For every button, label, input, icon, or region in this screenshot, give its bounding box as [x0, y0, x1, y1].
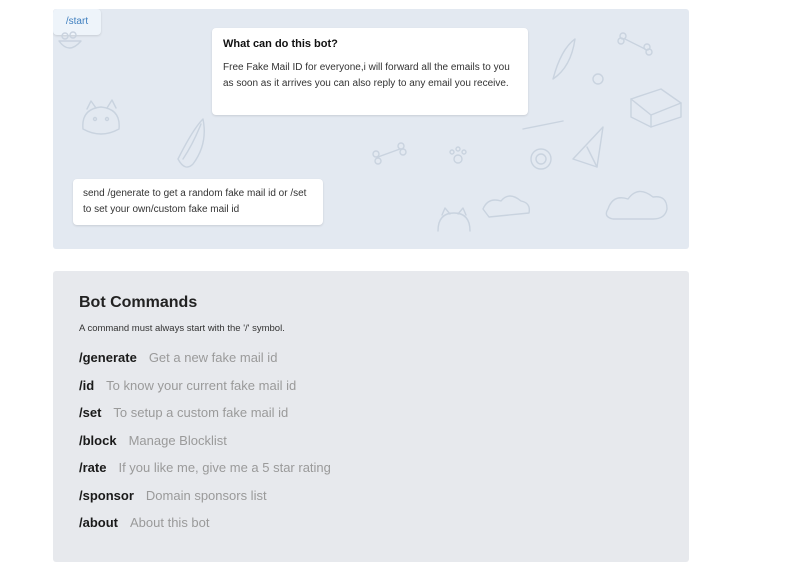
command-item-block[interactable]: /block Manage Blocklist	[79, 432, 689, 460]
command-item-rate[interactable]: /rate If you like me, give me a 5 star ra…	[79, 459, 689, 487]
cat-doodle	[82, 99, 120, 135]
bot-description-bubble: What can do this bot? Free Fake Mail ID …	[212, 28, 528, 115]
command-name: /id	[79, 377, 95, 393]
command-description: To setup a custom fake mail id	[113, 405, 289, 420]
bowl-doodle	[58, 31, 82, 49]
feather-doodle	[522, 38, 576, 130]
cake-doodle	[630, 88, 682, 128]
command-description: If you like me, give me a 5 star rating	[118, 460, 331, 475]
command-name: /set	[79, 405, 102, 420]
command-item-set[interactable]: /set To setup a custom fake mail id	[79, 404, 689, 432]
command-item-sponsor[interactable]: /sponsor Domain sponsors list	[79, 487, 689, 515]
command-description: Get a new fake mail id	[148, 350, 278, 365]
cat-doodle	[437, 207, 471, 232]
command-name: /generate	[79, 350, 137, 365]
command-item-id[interactable]: /id To know your current fake mail id	[79, 377, 689, 405]
command-name: /rate	[79, 460, 107, 475]
command-name: /block	[79, 432, 117, 448]
command-name: /about	[79, 515, 118, 530]
commands-heading: Bot Commands	[79, 294, 198, 311]
cloud-doodle	[482, 190, 668, 220]
bot-reply-bubble: send /generate to get a random fake mail…	[73, 179, 323, 225]
commands-subtitle: A command must always start with the '/'…	[79, 323, 285, 334]
paw-doodle	[449, 146, 467, 164]
leaf-doodle	[177, 118, 205, 168]
bone-doodle	[372, 142, 407, 165]
bot-commands-panel: Bot Commands A command must always start…	[53, 271, 689, 562]
command-item-generate[interactable]: /generate Get a new fake mail id	[79, 349, 689, 377]
bot-description-title: What can do this bot?	[223, 38, 338, 50]
command-description: Manage Blocklist	[128, 432, 227, 448]
command-item-about[interactable]: /about About this bot	[79, 514, 689, 542]
command-description: About this bot	[130, 515, 210, 530]
command-list: /generate Get a new fake mail id /id To kn…	[79, 349, 689, 542]
command-name: /sponsor	[79, 487, 134, 503]
bot-description-text: Free Fake Mail ID for everyone,i will fo…	[223, 62, 510, 89]
paper-plane-doodle	[572, 126, 604, 168]
command-description: Domain sponsors list	[145, 487, 267, 503]
command-description: To know your current fake mail id	[106, 377, 297, 393]
bone-doodle	[617, 32, 653, 56]
chat-preview: What can do this bot? Free Fake Mail ID …	[53, 9, 689, 249]
